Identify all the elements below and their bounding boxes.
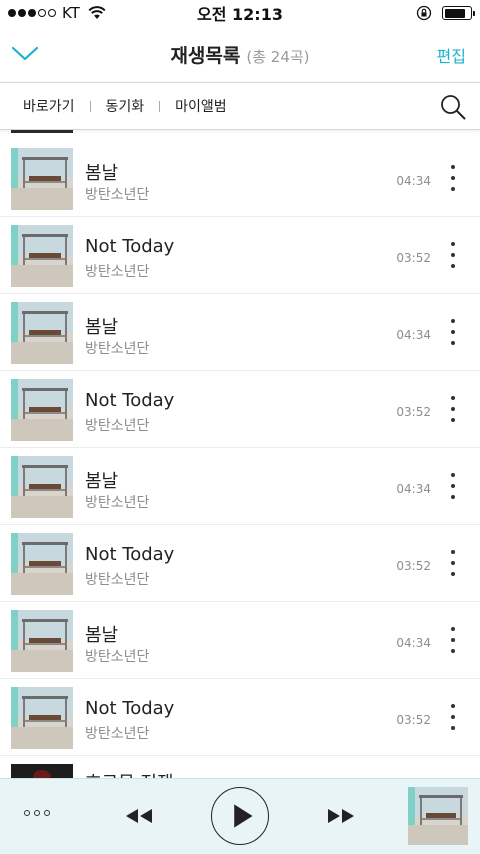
fast-forward-icon[interactable] — [326, 806, 356, 826]
track-count: (총 24곡) — [246, 47, 310, 66]
playlist-toolbar: 바로가기 동기화 마이앨범 — [0, 82, 480, 130]
chevron-down-icon[interactable] — [10, 40, 40, 66]
album-art — [11, 225, 73, 287]
song-artist: 방탄소년단 — [85, 726, 150, 742]
more-options-icon[interactable] — [445, 550, 461, 576]
song-artist: 방탄소년단 — [85, 649, 150, 665]
track-list[interactable]: 호르몬 전쟁 봄날 방탄소년단 04:34 — [0, 130, 480, 778]
edit-button[interactable]: 편집 — [437, 43, 466, 67]
song-duration: 04:34 — [396, 636, 431, 650]
rewind-icon[interactable] — [124, 806, 154, 826]
song-duration: 03:52 — [396, 559, 431, 573]
song-duration: 03:52 — [396, 405, 431, 419]
album-art — [11, 456, 73, 518]
status-bar: KT 오전 12:13 — [0, 0, 480, 26]
song-artist: 방탄소년단 — [85, 572, 150, 588]
song-title: Not Today — [85, 236, 175, 257]
song-duration: 04:34 — [396, 328, 431, 342]
sync-link[interactable]: 동기화 — [106, 96, 145, 116]
song-artist: 방탄소년단 — [85, 495, 150, 511]
album-art — [11, 764, 73, 778]
list-item[interactable]: 봄날 방탄소년단 04:34 — [0, 294, 480, 371]
song-title: 봄날 — [85, 471, 119, 492]
list-item[interactable]: 봄날 방탄소년단 04:34 — [0, 140, 480, 217]
song-duration: 03:52 — [396, 251, 431, 265]
album-art — [11, 302, 73, 364]
song-artist: 방탄소년단 — [85, 187, 150, 203]
carrier-name: KT — [62, 4, 80, 22]
song-artist: 방탄소년단 — [85, 418, 150, 434]
song-artist: 방탄소년단 — [85, 264, 150, 280]
more-options-icon[interactable] — [445, 242, 461, 268]
toolbar-divider — [159, 100, 161, 112]
my-album-link[interactable]: 마이앨범 — [175, 96, 227, 116]
cell-signal-icon — [8, 9, 56, 17]
list-item[interactable]: 봄날 방탄소년단 04:34 — [0, 602, 480, 679]
now-playing-album-art[interactable] — [408, 787, 468, 845]
mini-player — [0, 778, 480, 854]
album-art — [11, 533, 73, 595]
song-title: Not Today — [85, 390, 175, 411]
more-options-icon[interactable] — [445, 165, 461, 191]
toolbar-divider — [89, 100, 91, 112]
battery-level-fill — [444, 8, 465, 18]
song-artist: 방탄소년단 — [85, 341, 150, 357]
album-art — [11, 610, 73, 672]
more-options-icon[interactable] — [445, 396, 461, 422]
previous-track-peek — [11, 130, 73, 133]
song-title: Not Today — [85, 544, 175, 565]
song-title: 봄날 — [85, 625, 119, 646]
more-horizontal-icon[interactable] — [24, 810, 50, 816]
wifi-icon — [88, 6, 106, 19]
song-duration: 04:34 — [396, 174, 431, 188]
more-options-icon[interactable] — [445, 704, 461, 730]
song-duration: 03:52 — [396, 713, 431, 727]
list-item[interactable]: Not Today 방탄소년단 03:52 — [0, 679, 480, 756]
more-options-icon[interactable] — [445, 627, 461, 653]
song-title: 봄날 — [85, 317, 119, 338]
orientation-lock-icon — [416, 5, 432, 21]
list-item[interactable]: 봄날 방탄소년단 04:34 — [0, 448, 480, 525]
battery-icon — [442, 6, 475, 20]
album-art — [11, 687, 73, 749]
search-icon[interactable] — [439, 93, 467, 121]
more-options-icon[interactable] — [445, 473, 461, 499]
list-item[interactable]: Not Today 방탄소년단 03:52 — [0, 525, 480, 602]
album-art — [11, 379, 73, 441]
song-duration: 04:34 — [396, 482, 431, 496]
album-art — [11, 148, 73, 210]
page-title: 재생목록 — [170, 44, 241, 67]
playlist-header: 재생목록 (총 24곡) 편집 — [0, 26, 480, 82]
list-item[interactable]: Not Today 방탄소년단 03:52 — [0, 371, 480, 448]
play-icon[interactable] — [211, 787, 269, 845]
list-item[interactable]: 호르몬 전쟁 — [0, 760, 480, 778]
song-title: 호르몬 전쟁 — [85, 769, 174, 778]
list-item[interactable]: Not Today 방탄소년단 03:52 — [0, 217, 480, 294]
song-title: Not Today — [85, 698, 175, 719]
more-options-icon[interactable] — [445, 319, 461, 345]
shortcut-link[interactable]: 바로가기 — [23, 96, 75, 116]
song-title: 봄날 — [85, 163, 119, 184]
